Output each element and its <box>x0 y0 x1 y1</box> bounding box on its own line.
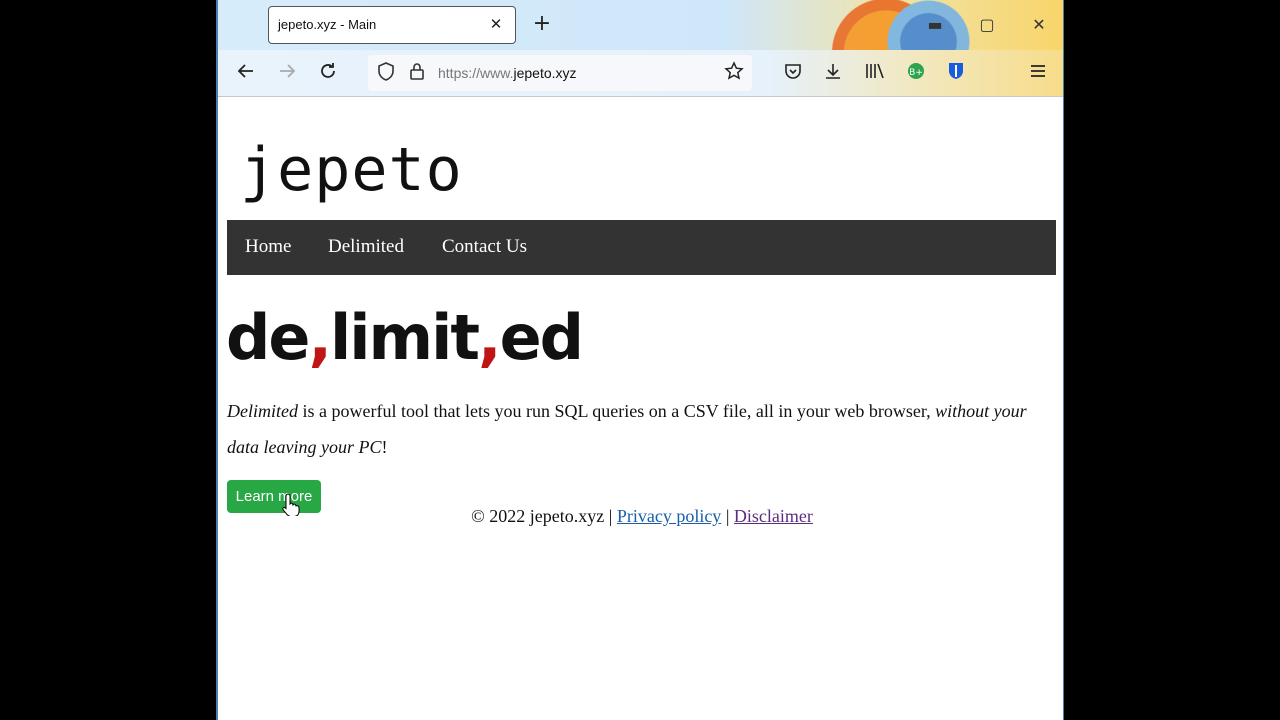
lock-icon[interactable] <box>405 61 429 85</box>
description-lead: Delimited <box>227 401 298 421</box>
star-icon[interactable] <box>722 61 746 85</box>
library-icon[interactable] <box>863 61 887 85</box>
minimize-icon[interactable]: ▬ <box>923 13 947 37</box>
download-icon[interactable] <box>821 61 845 85</box>
forward-icon[interactable] <box>275 61 299 85</box>
menu-icon[interactable] <box>1026 61 1050 85</box>
tab-bar: jepeto.xyz - Main ✕ + ▬ ▢ ✕ <box>218 0 1063 102</box>
disclaimer-link[interactable]: Disclaimer <box>734 506 813 526</box>
nav-contact-us[interactable]: Contact Us <box>442 236 527 258</box>
nav-toolbar: https://www.jepeto.xyz B+ <box>218 50 1063 97</box>
footer-separator: | <box>721 506 734 526</box>
shield-icon[interactable] <box>374 61 398 85</box>
pocket-icon[interactable] <box>781 61 805 85</box>
page-footer: © 2022 jepeto.xyz | Privacy policy | Dis… <box>218 506 1063 527</box>
description-tail: ! <box>381 437 388 457</box>
url-bar[interactable]: https://www.jepeto.xyz <box>368 55 752 91</box>
maximize-icon[interactable]: ▢ <box>975 13 999 37</box>
copyright-text: © 2022 jepeto.xyz | <box>471 506 617 526</box>
back-icon[interactable] <box>234 61 258 85</box>
browser-window: jepeto.xyz - Main ✕ + ▬ ▢ ✕ https://www.… <box>216 0 1064 720</box>
description-middle: is a powerful tool that lets you run SQL… <box>297 401 936 421</box>
delimited-logo: de,limit,ed <box>226 301 584 374</box>
nav-home[interactable]: Home <box>245 236 291 258</box>
site-logo[interactable]: jepeto <box>240 135 463 205</box>
close-tab-icon[interactable]: ✕ <box>485 13 507 35</box>
active-tab[interactable]: jepeto.xyz - Main ✕ <box>268 6 516 44</box>
privacy-policy-link[interactable]: Privacy policy <box>617 506 721 526</box>
new-tab-icon[interactable]: + <box>530 13 554 37</box>
page-content: jepeto Home Delimited Contact Us de,limi… <box>218 97 1063 720</box>
reload-icon[interactable] <box>316 61 340 85</box>
bitwarden-icon[interactable] <box>944 61 968 85</box>
product-description: Delimited is a powerful tool that lets y… <box>227 393 1052 465</box>
tab-title: jepeto.xyz - Main <box>278 17 377 32</box>
hand-cursor-icon <box>282 493 300 516</box>
url-text: https://www.jepeto.xyz <box>438 65 577 81</box>
nav-delimited[interactable]: Delimited <box>328 236 404 258</box>
svg-text:B+: B+ <box>909 68 923 78</box>
extension-icon[interactable]: B+ <box>904 61 928 85</box>
close-window-icon[interactable]: ✕ <box>1027 13 1051 37</box>
site-nav: Home Delimited Contact Us <box>227 220 1056 275</box>
